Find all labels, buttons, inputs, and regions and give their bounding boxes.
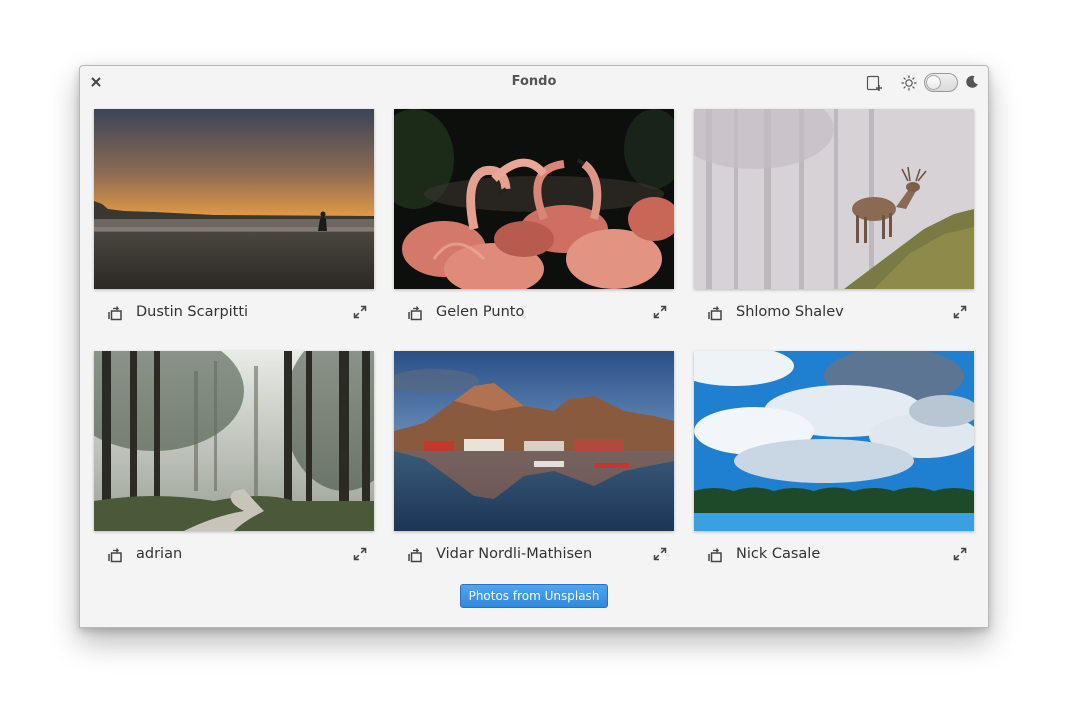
sun-icon <box>901 75 917 91</box>
new-window-icon <box>866 75 882 91</box>
wallpaper-thumbnail[interactable] <box>394 109 674 289</box>
photo-caption: Nick Casale <box>694 531 974 579</box>
set-wallpaper-icon[interactable] <box>108 305 124 321</box>
photo-caption: Shlomo Shalev <box>694 289 974 337</box>
expand-icon[interactable] <box>353 547 367 561</box>
set-wallpaper-icon[interactable] <box>708 547 724 563</box>
photo-author: Gelen Punto <box>436 304 525 320</box>
expand-icon[interactable] <box>953 305 967 319</box>
wallpaper-thumbnail[interactable] <box>394 351 674 531</box>
dark-mode-switch[interactable] <box>924 73 958 92</box>
set-wallpaper-icon[interactable] <box>708 305 724 321</box>
expand-icon[interactable] <box>353 305 367 319</box>
expand-icon[interactable] <box>653 547 667 561</box>
photo-author: Nick Casale <box>736 546 821 562</box>
wallpaper-thumbnail[interactable] <box>694 109 974 289</box>
photo-caption: Dustin Scarpitti <box>94 289 374 337</box>
set-wallpaper-icon[interactable] <box>408 547 424 563</box>
set-wallpaper-icon[interactable] <box>108 547 124 563</box>
wallpaper-thumbnail[interactable] <box>94 109 374 289</box>
photo-caption: adrian <box>94 531 374 579</box>
switch-knob <box>926 75 941 90</box>
new-window-button[interactable] <box>865 74 883 92</box>
photo-author: Vidar Nordli-Mathisen <box>436 546 593 562</box>
photo-caption: Vidar Nordli-Mathisen <box>394 531 674 579</box>
wallpaper-thumbnail[interactable] <box>94 351 374 531</box>
header-bar: Fondo <box>80 66 988 100</box>
photo-caption: Gelen Punto <box>394 289 674 337</box>
photo-author: adrian <box>136 546 183 562</box>
expand-icon[interactable] <box>653 305 667 319</box>
photo-author: Dustin Scarpitti <box>136 304 249 320</box>
expand-icon[interactable] <box>953 547 967 561</box>
photos-from-unsplash-button[interactable]: Photos from Unsplash <box>460 584 608 608</box>
fondo-window: Fondo Dustin Scarpitti Gelen Punto Shlom… <box>79 65 989 628</box>
moon-icon <box>966 75 978 88</box>
wallpaper-thumbnail[interactable] <box>694 351 974 531</box>
photo-author: Shlomo Shalev <box>736 304 844 320</box>
set-wallpaper-icon[interactable] <box>408 305 424 321</box>
window-title: Fondo <box>511 74 557 89</box>
